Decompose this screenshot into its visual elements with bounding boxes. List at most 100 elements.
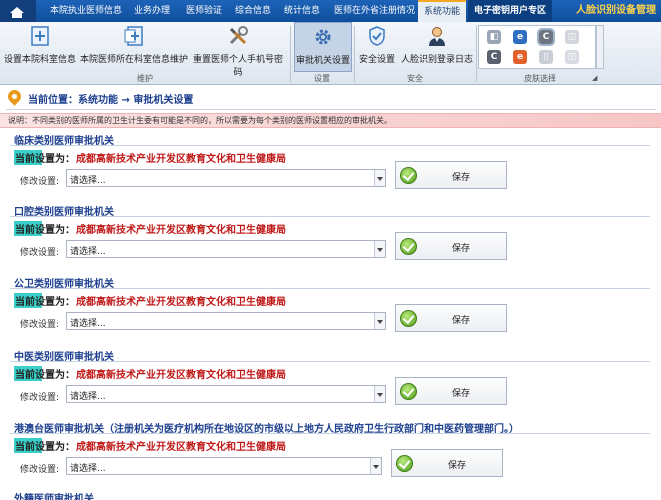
select-value: 请选择... <box>70 392 106 402</box>
divider <box>10 216 650 217</box>
skin-gallery-scrollbar[interactable] <box>596 25 604 69</box>
group-label-maintenance: 维护 <box>137 74 153 83</box>
select-value: 请选择... <box>70 247 106 257</box>
modify-label: 修改设置: <box>20 177 60 187</box>
modify-label: 修改设置: <box>20 465 60 475</box>
save-button[interactable]: 保存 <box>395 161 507 189</box>
section-public-health: 公卫类别医师审批机关 当前设置为： 成都高新技术产业开发区教育文化和卫生健康局 … <box>10 275 650 339</box>
select-value: 请选择... <box>70 464 106 474</box>
tab-business[interactable]: 业务办理 <box>128 0 176 22</box>
chevron-down-icon[interactable] <box>374 170 385 186</box>
section-title: 外籍医师审批机关 <box>14 494 94 500</box>
current-setting-value: 成都高新技术产业开发区教育文化和卫生健康局 <box>76 154 286 165</box>
save-label: 保存 <box>452 173 471 183</box>
location-pin-icon <box>5 87 24 106</box>
chevron-down-icon[interactable] <box>374 241 385 257</box>
current-setting-value: 成都高新技术产业开发区教育文化和卫生健康局 <box>76 297 286 308</box>
current-setting-value: 成都高新技术产业开发区教育文化和卫生健康局 <box>76 442 286 453</box>
current-setting-value: 成都高新技术产业开发区教育文化和卫生健康局 <box>76 370 286 381</box>
divider <box>10 433 650 434</box>
authority-select[interactable]: 请选择... <box>66 312 386 330</box>
save-label: 保存 <box>452 389 471 399</box>
notice-banner: 说明：不同类别的医师所属的卫生计生委有可能是不同的，所以需要为每个类别的医师设置… <box>0 113 661 128</box>
add-doc-icon <box>31 26 49 46</box>
save-button[interactable]: 保存 <box>395 377 507 405</box>
chevron-down-icon[interactable] <box>370 458 381 474</box>
face-login-log-button[interactable]: 人脸识别登录日志 <box>400 22 474 72</box>
check-icon <box>400 167 417 184</box>
tab-face-recognition[interactable]: 人脸识别设备管理 <box>570 0 661 22</box>
authority-select[interactable]: 请选择... <box>66 240 386 258</box>
skin-option[interactable]: e <box>513 50 527 64</box>
approval-authority-settings-button[interactable]: 审批机关设置 <box>294 22 352 72</box>
check-icon <box>400 238 417 255</box>
group-label-skin: 皮肤选择 <box>524 74 556 83</box>
reset-phone-password-button[interactable]: 重置医师个人手机号密码 <box>190 22 286 78</box>
skin-gallery: ◧ e C ◫ C e ▯ ◫ <box>478 25 596 69</box>
top-nav-bar: 本院执业医师信息 业务办理 医师验证 综合信息 统计信息 医师在外省注册情况 系… <box>0 0 661 22</box>
tab-e-key-users[interactable]: 电子密钥用户专区 <box>468 0 553 22</box>
divider <box>10 145 650 146</box>
skin-option[interactable]: e <box>513 30 527 44</box>
security-settings-button[interactable]: 安全设置 <box>356 22 398 72</box>
save-label: 保存 <box>452 316 471 326</box>
skin-option[interactable]: ◫ <box>565 50 579 64</box>
skin-option[interactable]: C <box>487 50 501 64</box>
tab-statistics[interactable]: 统计信息 <box>278 0 326 22</box>
skin-option[interactable]: ◫ <box>565 30 579 44</box>
skin-option[interactable]: ◧ <box>487 30 501 44</box>
skin-option[interactable]: ▯ <box>539 50 553 64</box>
tab-system-functions[interactable]: 系统功能 <box>418 0 467 22</box>
group-label-settings: 设置 <box>314 74 330 83</box>
section-dental: 口腔类别医师审批机关 当前设置为： 成都高新技术产业开发区教育文化和卫生健康局 … <box>10 203 650 267</box>
tab-verification[interactable]: 医师验证 <box>180 0 228 22</box>
set-department-label: 设置本院科室信息 <box>3 55 76 65</box>
dialog-launcher-icon[interactable]: ◢ <box>592 74 597 82</box>
current-setting-label: 当前设置为： <box>14 221 75 236</box>
save-button[interactable]: 保存 <box>395 232 507 260</box>
approval-authority-settings-label: 审批机关设置 <box>295 56 350 66</box>
tab-general-info[interactable]: 综合信息 <box>229 0 277 22</box>
select-value: 请选择... <box>70 319 106 329</box>
user-icon <box>429 27 445 46</box>
breadcrumb-text: 当前位置：系统功能 → 审批机关设置 <box>28 95 194 106</box>
modify-label: 修改设置: <box>20 320 60 330</box>
breadcrumb: 当前位置：系统功能 → 审批机关设置 <box>0 86 661 110</box>
save-button[interactable]: 保存 <box>391 449 503 477</box>
current-setting-label: 当前设置为： <box>14 150 75 165</box>
check-icon <box>400 383 417 400</box>
shield-icon <box>369 26 385 46</box>
skin-option[interactable]: C <box>537 28 555 46</box>
group-label-security: 安全 <box>407 74 423 83</box>
section-clinical: 临床类别医师审批机关 当前设置为： 成都高新技术产业开发区教育文化和卫生健康局 … <box>10 132 650 196</box>
set-department-button[interactable]: 设置本院科室信息 <box>2 22 78 72</box>
save-button[interactable]: 保存 <box>395 304 507 332</box>
save-label: 保存 <box>448 461 467 471</box>
modify-label: 修改设置: <box>20 248 60 258</box>
divider <box>10 361 650 362</box>
department-maintenance-button[interactable]: 本院医师所在科室信息维护 <box>80 22 188 72</box>
authority-select[interactable]: 请选择... <box>66 457 382 475</box>
security-settings-label: 安全设置 <box>358 55 395 65</box>
section-tcm: 中医类别医师审批机关 当前设置为： 成都高新技术产业开发区教育文化和卫生健康局 … <box>10 348 650 412</box>
ribbon-toolbar: 设置本院科室信息 本院医师所在科室信息维护 重置医师个人手机号密码 审批机关设置… <box>0 22 661 85</box>
authority-select[interactable]: 请选择... <box>66 169 386 187</box>
current-setting-label: 当前设置为： <box>14 438 75 453</box>
section-foreign: 外籍医师审批机关 <box>10 490 650 500</box>
current-setting-label: 当前设置为： <box>14 366 75 381</box>
chevron-down-icon[interactable] <box>374 313 385 329</box>
section-hk-macau-taiwan: 港澳台医师审批机关（注册机关为医疗机构所在地设区的市级以上地方人民政府卫生行政部… <box>10 420 650 484</box>
add-doc-icon <box>124 26 143 46</box>
check-icon <box>400 310 417 327</box>
authority-select[interactable]: 请选择... <box>66 385 386 403</box>
tab-physician-info[interactable]: 本院执业医师信息 <box>44 0 128 22</box>
chevron-down-icon[interactable] <box>374 386 385 402</box>
tools-icon <box>229 26 248 45</box>
face-login-log-label: 人脸识别登录日志 <box>400 55 473 65</box>
check-icon <box>396 455 413 472</box>
current-setting-label: 当前设置为： <box>14 293 75 308</box>
modify-label: 修改设置: <box>20 393 60 403</box>
home-icon[interactable] <box>0 0 36 22</box>
tab-other-province[interactable]: 医师在外省注册情况 <box>328 0 421 22</box>
department-maintenance-label: 本院医师所在科室信息维护 <box>80 55 189 65</box>
